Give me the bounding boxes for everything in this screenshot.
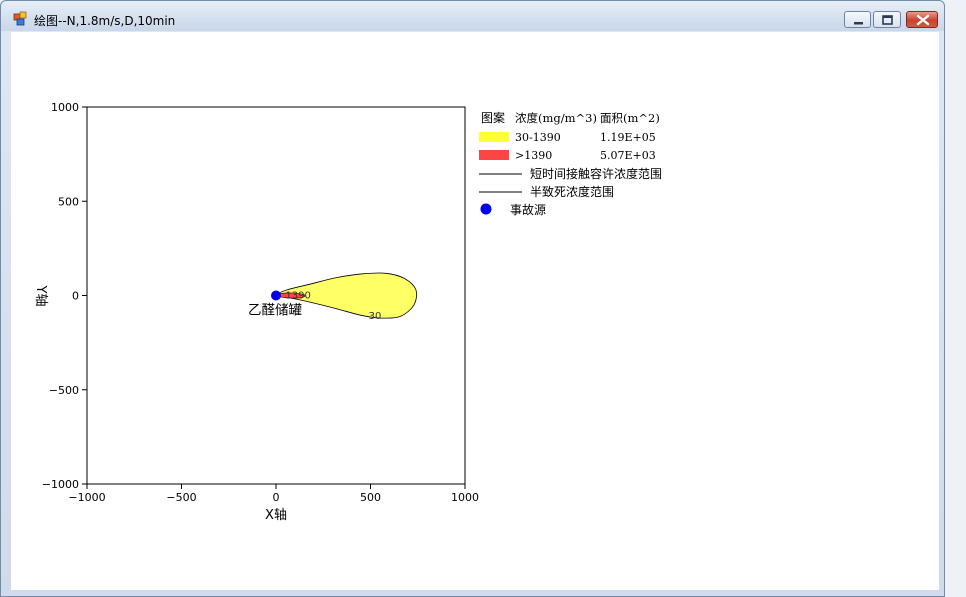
legend-source-dot [480,203,492,215]
x-tick-label: 500 [360,491,381,504]
contour-label-1390: 1390 [285,290,310,301]
legend-header-pattern: 图案 [481,110,505,125]
title-bar[interactable]: 绘图--N,1.8m/s,D,10min [1,1,944,31]
legend-line-label: 半致死浓度范围 [530,184,614,199]
legend-swatch-red [479,150,509,160]
y-tick-label: −1000 [42,478,79,491]
app-window: 绘图--N,1.8m/s,D,10min −1000−500050010 [0,0,945,597]
legend-item-area: 5.07E+03 [600,149,656,162]
legend-item-label: 30-1390 [515,131,561,144]
restore-button[interactable] [873,11,901,28]
close-icon [916,14,930,26]
app-icon [13,11,27,26]
legend-header-concentration: 浓度(mg/m^3) [515,111,597,125]
y-tick-label: 0 [72,290,79,303]
minimize-icon [854,22,863,25]
minimize-button[interactable] [844,11,871,28]
close-button[interactable] [906,11,938,28]
source-point [271,290,281,301]
legend-swatch-yellow [479,132,509,142]
window-title: 绘图--N,1.8m/s,D,10min [34,14,176,28]
x-tick-label: 1000 [451,491,479,504]
x-axis-label: X轴 [265,508,287,523]
restore-icon [882,15,893,25]
x-axis-ticks: −1000 −500 0 500 1000 [68,484,479,504]
y-tick-label: −500 [49,384,79,397]
y-axis-label: Y轴 [33,285,48,307]
legend-header-area: 面积(m^2) [600,111,660,125]
y-tick-label: 1000 [51,101,79,114]
x-tick-label: 0 [273,491,280,504]
legend-item-label: >1390 [515,149,552,162]
x-tick-label: −1000 [68,491,105,504]
legend-line-label: 短时间接触容许浓度范围 [530,166,662,181]
legend: 图案 浓度(mg/m^3) 面积(m^2) 30-1390 1.19E+05 >… [479,110,662,217]
legend-item-area: 1.19E+05 [600,131,656,144]
y-tick-label: 500 [58,195,79,208]
source-label: 乙醛储罐 [248,303,302,319]
contour-label-30: 30 [369,311,382,322]
x-tick-label: −500 [166,491,196,504]
contour-chart: −1000 −500 0 500 1000 1000 500 0 −500 −1000 X轴 Y… [33,101,662,523]
legend-source-label: 事故源 [510,202,546,217]
plot-canvas: −1000 −500 0 500 1000 1000 500 0 −500 −1000 X轴 Y… [11,32,939,590]
